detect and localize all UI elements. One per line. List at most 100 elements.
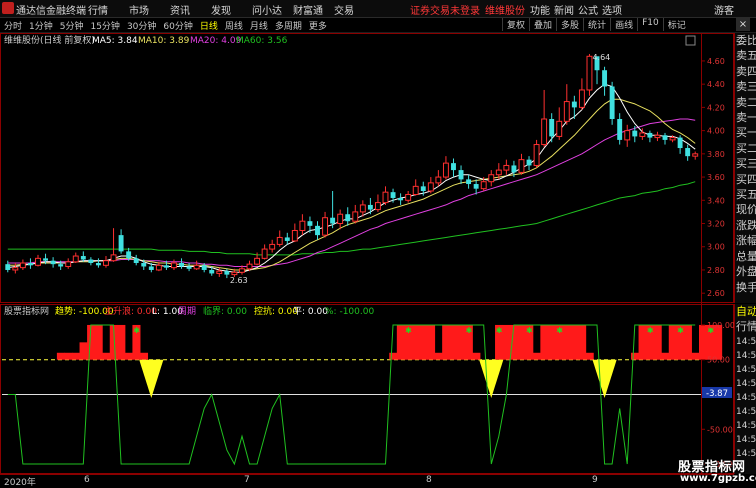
ma5-line [7,83,696,273]
candle-body-down [179,263,184,267]
candle-body-down [148,266,154,270]
mark-button[interactable]: 标记 [662,18,690,31]
main-panel-border [0,33,734,303]
tab-intraday[interactable]: 分时 [4,19,22,32]
menu-trade[interactable]: 交易 [334,2,375,17]
candle-body-up [488,174,495,183]
signal-fill [691,352,700,360]
rp-buy2: 买二 [736,141,756,155]
menu-ask[interactable]: 问小达 [252,2,293,17]
candle-body-up [427,182,434,192]
login-notice[interactable]: 证券交易未登录 [410,2,480,17]
menu-market-quotes[interactable]: 行情 [88,2,129,17]
menu-headlines[interactable]: 新闻 [554,2,578,17]
price-tick-label: 4.20 [707,103,725,112]
price-axis: 2.60 2.80 3.00 3.20 3.40 3.60 3.80 4.00 4.20 4.40… [701,57,725,298]
menu-functions[interactable]: 功能 [530,2,554,17]
adjust-button[interactable]: 复权 [502,18,529,31]
tab-30min[interactable]: 30分钟 [127,19,156,32]
tab-multi-period[interactable]: 多周期 [275,19,302,32]
star-icon: ✱ [496,326,503,335]
ma10-label: MA10: 3.89 [138,36,190,46]
stock-name-link[interactable]: 维维股份 [485,2,525,17]
candle-body-up [35,257,41,266]
candle-body-up [503,164,510,171]
top-actions: 功能 新闻 公式 选项 [530,2,626,17]
indicator-series: ✱ ✱ ✱ ✱ ✱ ✱ ✱ ✱ ✱ [2,324,723,466]
star-icon: ✱ [526,326,533,335]
signal-fill [87,324,96,360]
candle-body-down [390,192,396,198]
signal-fill [578,324,587,360]
rp-sell5: 卖五 [736,49,756,63]
draw-line-button[interactable]: 画线 [610,18,637,31]
candle-body-down [141,263,147,267]
percent-label: %: -100.00 [325,307,374,317]
signal-fill [668,324,677,360]
panel-settings-icon[interactable] [685,35,696,46]
rp-auto[interactable]: 自动 [736,304,756,319]
time-label: 8 [426,475,432,485]
app-title: 通达信金融终端 [16,6,86,17]
candle-body-down [307,221,313,226]
candle-body-up [578,89,585,108]
candle-body-down [662,135,668,140]
overlay-button[interactable]: 叠加 [529,18,556,31]
close-icon[interactable]: × [736,18,750,31]
rp-time: 14:55 [736,406,756,417]
tick-side-panel: 自动 行情 14:56 14:56 14:55 14:55 14:55 14:5… [734,304,756,474]
candle-body-down [609,86,615,119]
signal-fill [79,342,88,360]
chart-area[interactable]: 维维股份(日线 前复权) MA5: 3.84 MA10: 3.89 MA20: … [0,33,734,474]
user-guest[interactable]: 游客 [714,2,734,17]
rp-buy1: 买一 [736,126,756,140]
tab-5min[interactable]: 5分钟 [60,19,84,32]
statistics-button[interactable]: 统计 [583,18,610,31]
candle-body-down [27,263,33,266]
candle-body-up [692,153,699,157]
signal-fill [94,324,103,360]
candle-body-up [276,236,283,245]
tab-weekly[interactable]: 周线 [225,19,243,32]
candle-body-down [677,137,683,149]
candle-body-up [193,264,200,270]
candle-body-up [518,159,525,173]
price-tick-label: 3.20 [707,220,725,229]
high-price-mark: 4.64 [592,53,610,62]
multi-stock-button[interactable]: 多股 [556,18,583,31]
f10-button[interactable]: F10 [637,18,663,31]
menu-options[interactable]: 选项 [602,2,626,17]
signal-fill [638,324,647,360]
menu-wealth[interactable]: 财富通 [293,2,334,17]
tab-1min[interactable]: 1分钟 [29,19,53,32]
signal-fill [714,324,723,360]
candle-body-down [133,258,139,263]
signal-fill [139,352,149,360]
rp-time: 14:55 [736,378,756,389]
candle-body-down [549,119,555,137]
candle-body-up [495,169,502,176]
candle-body-down [685,148,691,157]
rp-buy3: 买三 [736,157,756,171]
tab-15min[interactable]: 15分钟 [90,19,119,32]
chart-tool-buttons: 复权 叠加 多股 统计 画线 F10 标记 [502,18,690,31]
candle-body-down [451,163,456,171]
signal-fill [517,324,526,360]
candle-body-up [480,181,487,190]
tab-daily[interactable]: 日线 [200,19,218,32]
star-icon: ✱ [466,326,473,335]
tab-monthly[interactable]: 月线 [250,19,268,32]
rp-change: 涨跌 [736,218,756,232]
tab-60min[interactable]: 60分钟 [163,19,192,32]
rp-turnover: 换手 [736,280,756,294]
ma5-label: MA5: 3.84 [92,36,138,46]
signal-fill [585,352,594,360]
candle-body-up [382,191,389,204]
menu-news[interactable]: 资讯 [170,2,211,17]
menu-discover[interactable]: 发现 [211,2,252,17]
chart-title: 维维股份(日线 前复权) [4,34,95,46]
menu-formula[interactable]: 公式 [578,2,602,17]
menu-market[interactable]: 市场 [129,2,170,17]
tab-more[interactable]: 更多 [309,19,327,32]
candle-body-up [624,130,631,141]
